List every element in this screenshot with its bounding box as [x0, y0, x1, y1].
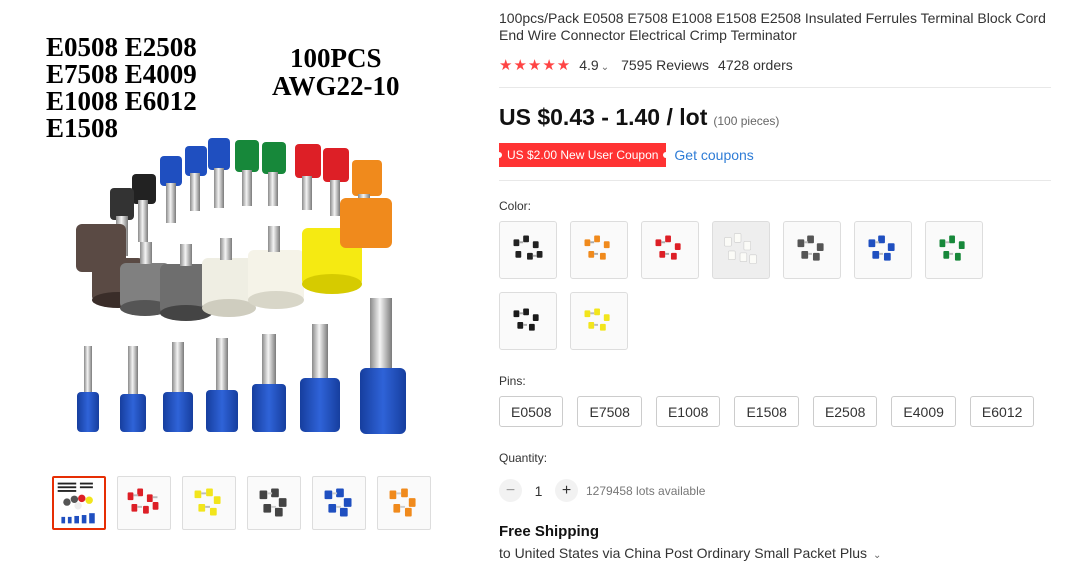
color-label: Color: [499, 199, 532, 213]
color-swatch-black[interactable] [499, 221, 557, 279]
quantity-input[interactable]: 1 [522, 483, 555, 499]
new-user-coupon-badge[interactable]: US $2.00 New User Coupon [495, 143, 670, 167]
shipping-title: Free Shipping [499, 523, 600, 540]
lots-available: 1279458 lots available [586, 483, 706, 498]
thumbnail-red[interactable] [117, 476, 171, 530]
main-product-image[interactable]: E0508 E2508 E7508 E4009 E1008 E6012 E150… [40, 28, 450, 448]
color-swatch-blue[interactable] [854, 221, 912, 279]
rating-row: ★★★★★ 4.9 ⌄ 7595 Reviews 4728 orders [499, 56, 1051, 74]
pins-options: E0508 E7508 E1008 E1508 E2508 E4009 E601… [499, 396, 1051, 427]
pieces-per-lot: (100 pieces) [713, 114, 780, 128]
shipping-method[interactable]: to United States via China Post Ordinary… [499, 545, 1051, 561]
thumbnail-grey[interactable] [247, 476, 301, 530]
price: US $0.43 - 1.40 / lot [499, 104, 708, 130]
color-swatch-red[interactable] [641, 221, 699, 279]
color-swatch-grey[interactable] [783, 221, 841, 279]
price-row: US $0.43 - 1.40 / lot (100 pieces) [499, 104, 1051, 131]
quantity-stepper: − 1 + 1279458 lots available [499, 479, 1051, 502]
divider [499, 180, 1051, 181]
reviews-link[interactable]: 7595 Reviews [621, 57, 709, 73]
thumbnail-strip [52, 476, 431, 530]
pin-option-e4009[interactable]: E4009 [891, 396, 956, 427]
thumbnail-1[interactable] [52, 476, 106, 530]
color-swatch-white[interactable] [712, 221, 770, 279]
pin-option-e6012[interactable]: E6012 [969, 396, 1035, 427]
star-rating-icon: ★★★★★ [499, 57, 572, 74]
thumbnail-yellow[interactable] [182, 476, 236, 530]
pin-option-e1008[interactable]: E1008 [655, 396, 721, 427]
chevron-down-icon: ⌄ [872, 550, 882, 561]
color-swatch-black-2[interactable] [499, 292, 557, 350]
rating-value[interactable]: 4.9 ⌄ [579, 57, 609, 73]
product-title: 100pcs/Pack E0508 E7508 E1008 E1508 E250… [499, 10, 1046, 43]
increase-quantity-button[interactable]: + [555, 479, 578, 502]
pins-label: Pins: [499, 374, 526, 388]
color-options [499, 221, 1051, 350]
pin-option-e7508[interactable]: E7508 [577, 396, 642, 427]
image-pack-text: 100PCS AWG22-10 [272, 43, 400, 101]
get-coupons-link[interactable]: Get coupons [674, 147, 753, 163]
color-swatch-orange[interactable] [570, 221, 628, 279]
blue-ferrule-row [77, 298, 406, 434]
divider [499, 87, 1051, 88]
coupon-row: US $2.00 New User Coupon Get coupons [495, 143, 1051, 167]
quantity-label: Quantity: [499, 451, 548, 465]
pin-option-e2508[interactable]: E2508 [812, 396, 878, 427]
pin-option-e0508[interactable]: E0508 [499, 396, 564, 427]
orders-count: 4728 orders [718, 57, 793, 73]
thumbnail-orange[interactable] [377, 476, 431, 530]
image-codes-text: E0508 E2508 E7508 E4009 E1008 E6012 E150… [46, 32, 197, 143]
color-swatch-yellow[interactable] [570, 292, 628, 350]
decrease-quantity-button[interactable]: − [499, 479, 522, 502]
chevron-down-icon: ⌄ [600, 62, 610, 73]
thumbnail-blue[interactable] [312, 476, 366, 530]
product-details: 100pcs/Pack E0508 E7508 E1008 E1508 E250… [495, 10, 1051, 561]
color-swatch-green[interactable] [925, 221, 983, 279]
pin-option-e1508[interactable]: E1508 [734, 396, 799, 427]
ferrule-ring [76, 138, 392, 321]
